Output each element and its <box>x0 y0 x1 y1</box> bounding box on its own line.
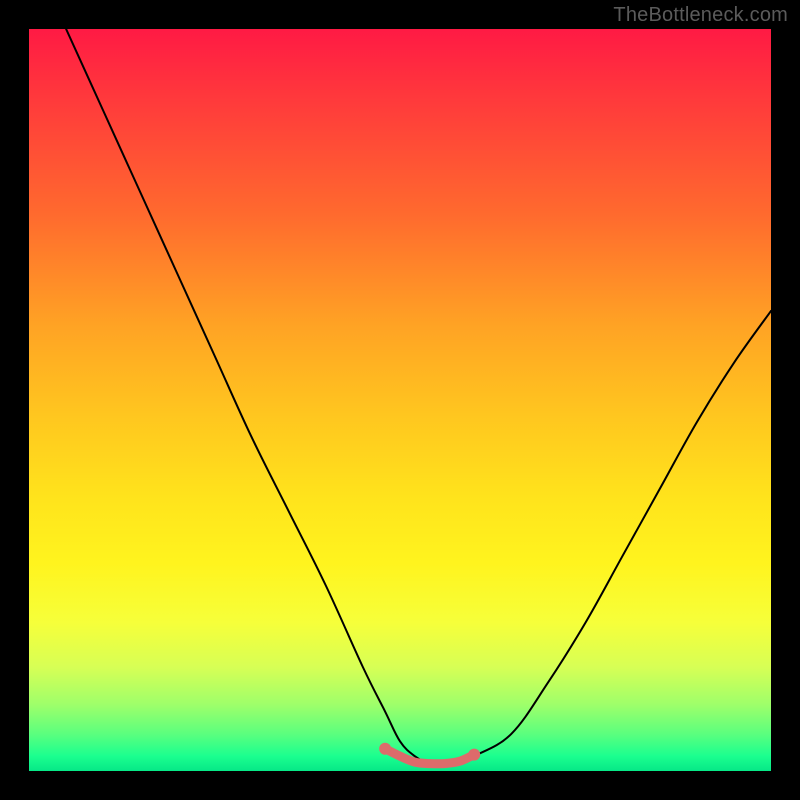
optimal-zone-marker <box>379 743 480 764</box>
chart-svg-layer <box>29 29 771 771</box>
chart-frame: TheBottleneck.com <box>0 0 800 800</box>
bottleneck-curve <box>66 29 771 764</box>
watermark-text: TheBottleneck.com <box>613 4 788 27</box>
plot-area <box>29 29 771 771</box>
